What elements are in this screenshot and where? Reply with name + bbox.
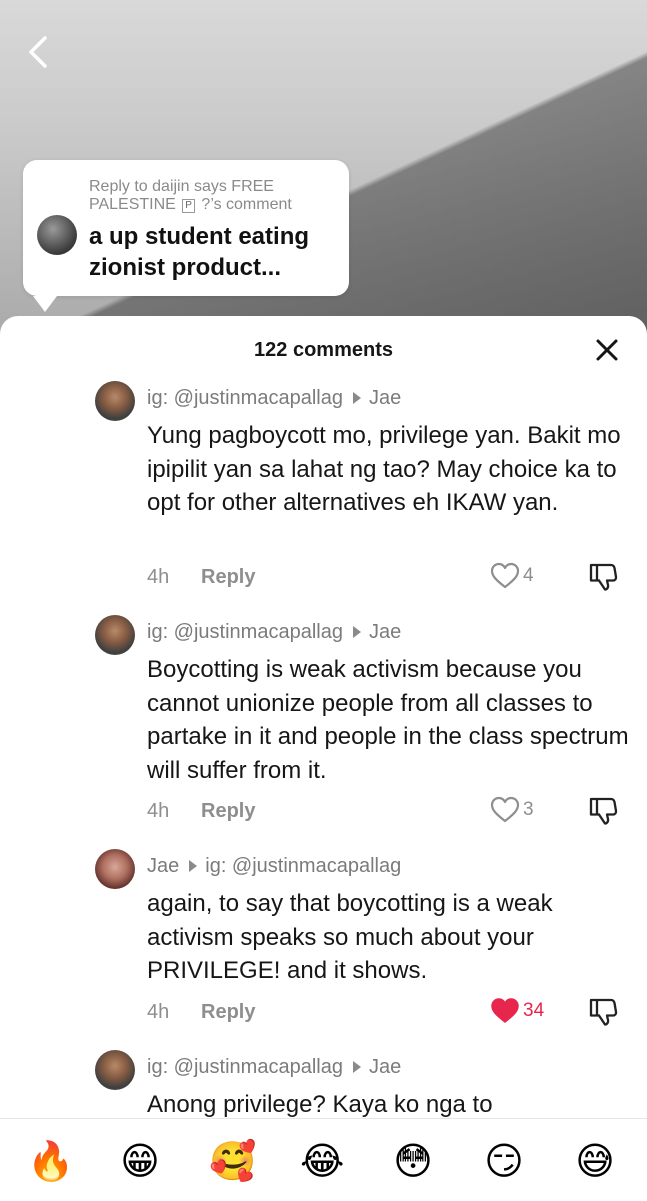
comment-text: Boycotting is weak activism because you … <box>147 656 629 784</box>
close-icon <box>596 339 618 361</box>
reply-sticker-tail <box>33 296 57 312</box>
smirk-emoji-button[interactable]: 😏 <box>482 1139 526 1183</box>
reply-arrow-icon <box>352 1060 361 1073</box>
avatar[interactable] <box>95 1050 135 1090</box>
reply-sticker-meta: Reply to daijin says FREE PALESTINE P ?’… <box>89 178 339 214</box>
comment-reply-to[interactable]: Jae <box>369 387 401 409</box>
reply-sticker-text: a up student eating zionist product... <box>89 223 310 281</box>
reply-button[interactable]: Reply <box>201 1001 255 1024</box>
flushed-emoji-button[interactable]: 😳 <box>391 1139 435 1183</box>
close-button[interactable] <box>593 336 621 364</box>
chevron-left-icon <box>29 36 47 68</box>
reply-arrow-icon <box>352 391 361 404</box>
thumbs-down-icon <box>589 563 618 591</box>
reply-meta-line1: Reply to daijin says FREE <box>89 178 274 195</box>
reply-button[interactable]: Reply <box>201 566 255 589</box>
comment-header: ig: @justinmacapallag Jae <box>147 1056 627 1079</box>
avatar[interactable] <box>95 849 135 889</box>
comment-reply-to[interactable]: Jae <box>369 1056 401 1078</box>
comment-text: Anong privilege? Kaya ko nga to <box>147 1091 493 1118</box>
reply-meta-line2-end: ?’s comment <box>201 196 292 213</box>
comment-reply-to[interactable]: Jae <box>369 621 401 643</box>
back-button[interactable] <box>18 32 58 72</box>
like-count: 34 <box>523 1000 545 1021</box>
comment-time: 4h <box>147 1001 170 1023</box>
smiling-hearts-emoji-button[interactable]: 🥰 <box>209 1139 256 1183</box>
comment-time: 4h <box>147 566 170 588</box>
tears-of-joy-emoji-button[interactable]: 😂 <box>300 1139 344 1183</box>
avatar <box>37 215 77 255</box>
comment-text: again, to say that boycotting is a weak … <box>147 890 553 984</box>
thumbs-down-icon <box>589 797 618 825</box>
comment-reply-to[interactable]: ig: @justinmacapallag <box>205 855 401 877</box>
like-count: 3 <box>523 799 534 820</box>
heart-outline-icon <box>490 562 520 589</box>
reply-arrow-icon <box>352 625 361 638</box>
heart-filled-icon <box>491 998 519 1023</box>
comment-author[interactable]: Jae <box>147 855 179 877</box>
comment-author[interactable]: ig: @justinmacapallag <box>147 621 343 643</box>
comments-count-title: 122 comments <box>254 339 393 361</box>
comment-header: ig: @justinmacapallag Jae <box>147 621 627 644</box>
comment-author[interactable]: ig: @justinmacapallag <box>147 387 343 409</box>
sweat-smile-emoji-button[interactable]: 😅 <box>573 1139 617 1183</box>
thumbs-down-icon <box>589 998 618 1026</box>
comment-text: Yung pagboycott mo, privilege yan. Bakit… <box>147 422 621 516</box>
like-button[interactable]: 3 <box>490 796 534 824</box>
reply-meta-line2: PALESTINE <box>89 196 176 213</box>
fire-emoji-button[interactable]: 🔥 <box>27 1139 74 1183</box>
comment-author[interactable]: ig: @justinmacapallag <box>147 1056 343 1078</box>
avatar[interactable] <box>95 615 135 655</box>
dislike-button[interactable] <box>587 561 619 593</box>
comment-time: 4h <box>147 800 170 822</box>
like-button[interactable]: 34 <box>490 997 544 1025</box>
dislike-button[interactable] <box>587 795 619 827</box>
like-count: 4 <box>523 565 534 586</box>
avatar[interactable] <box>95 381 135 421</box>
heart-outline-icon <box>490 796 520 823</box>
emoji-bar: 🔥 😁 🥰 😂 😳 😏 😅 <box>0 1118 647 1201</box>
reply-sticker: Reply to daijin says FREE PALESTINE P ?’… <box>23 160 349 312</box>
flag-badge: P <box>182 199 195 213</box>
dislike-button[interactable] <box>587 996 619 1028</box>
comment-header: Jae ig: @justinmacapallag <box>147 855 627 878</box>
like-button[interactable]: 4 <box>490 562 534 590</box>
comment-header: ig: @justinmacapallag Jae <box>147 387 627 410</box>
reply-button[interactable]: Reply <box>201 800 255 823</box>
grin-emoji-button[interactable]: 😁 <box>118 1139 162 1183</box>
reply-arrow-icon <box>189 859 198 872</box>
